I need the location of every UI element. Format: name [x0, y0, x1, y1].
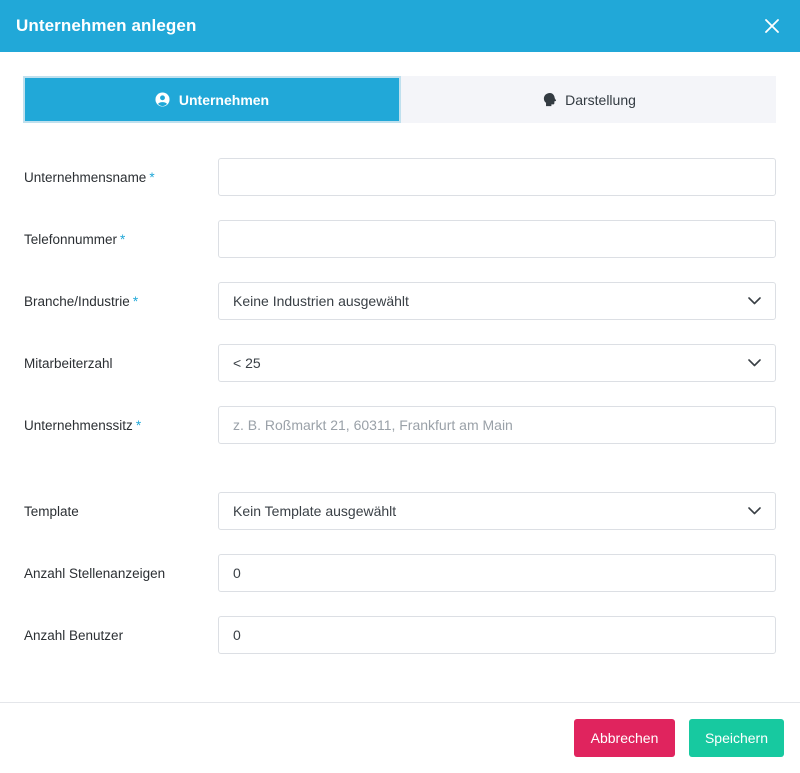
tab-unternehmen-label: Unternehmen — [178, 91, 270, 108]
job-ads-field[interactable]: 0 — [218, 554, 776, 592]
required-mark: * — [132, 293, 139, 309]
modal-title: Unternehmen anlegen — [16, 16, 197, 35]
phone-label: Telefonnummer * — [24, 231, 126, 247]
template-select-value: Kein Template ausgewählt — [233, 503, 397, 519]
template-row: Template Kein Template ausgewählt — [24, 492, 776, 530]
required-mark: * — [120, 231, 126, 247]
phone-field[interactable] — [218, 220, 776, 258]
chevron-down-icon — [747, 294, 761, 308]
modal-header: Unternehmen anlegen — [0, 0, 800, 52]
industry-row: Branche/Industrie * Keine Industrien ausg… — [24, 282, 776, 320]
head-icon — [541, 92, 557, 108]
headquarters-input[interactable] — [233, 417, 761, 433]
employees-label: Mitarbeiterzahl — [24, 355, 113, 371]
phone-input[interactable] — [233, 231, 761, 247]
required-mark: * — [135, 417, 142, 433]
user-circle-icon — [155, 92, 171, 108]
company-name-input[interactable] — [233, 169, 761, 185]
users-input[interactable]: 0 — [233, 627, 761, 643]
headquarters-row: Unternehmenssitz * — [24, 406, 776, 444]
users-field[interactable]: 0 — [218, 616, 776, 654]
cancel-button[interactable]: Abbrechen — [574, 719, 675, 757]
company-name-field[interactable] — [218, 158, 776, 196]
create-company-modal: Unternehmen anlegen Unternehmen Darstell… — [0, 0, 800, 773]
tab-darstellung[interactable]: Darstellung — [401, 76, 776, 123]
template-select[interactable]: Kein Template ausgewählt — [218, 492, 776, 530]
chevron-down-icon — [747, 356, 761, 370]
save-button[interactable]: Speichern — [689, 719, 784, 757]
job-ads-label: Anzahl Stellenanzeigen — [24, 565, 166, 581]
industry-select-value: Keine Industrien ausgewählt — [233, 293, 409, 309]
required-mark: * — [149, 169, 155, 185]
footer-divider — [0, 702, 800, 703]
employees-select[interactable]: < 25 — [218, 344, 776, 382]
employees-row: Mitarbeiterzahl < 25 — [24, 344, 776, 382]
industry-select[interactable]: Keine Industrien ausgewählt — [218, 282, 776, 320]
users-row: Anzahl Benutzer 0 — [24, 616, 776, 654]
employees-select-value: < 25 — [233, 355, 261, 371]
close-icon[interactable] — [762, 16, 782, 36]
chevron-down-icon — [747, 504, 761, 518]
tab-darstellung-label: Darstellung — [565, 91, 636, 108]
users-label: Anzahl Benutzer — [24, 627, 124, 643]
tab-unternehmen[interactable]: Unternehmen — [23, 76, 401, 123]
headquarters-field[interactable] — [218, 406, 776, 444]
job-ads-row: Anzahl Stellenanzeigen 0 — [24, 554, 776, 592]
tab-bar: Unternehmen Darstellung — [23, 76, 776, 123]
template-label: Template — [24, 503, 79, 519]
job-ads-input[interactable]: 0 — [233, 565, 761, 581]
company-name-label: Unternehmensname * — [24, 169, 155, 185]
headquarters-label: Unternehmenssitz * — [24, 417, 142, 433]
company-name-row: Unternehmensname * — [24, 158, 776, 196]
phone-row: Telefonnummer * — [24, 220, 776, 258]
industry-label: Branche/Industrie * — [24, 293, 139, 309]
